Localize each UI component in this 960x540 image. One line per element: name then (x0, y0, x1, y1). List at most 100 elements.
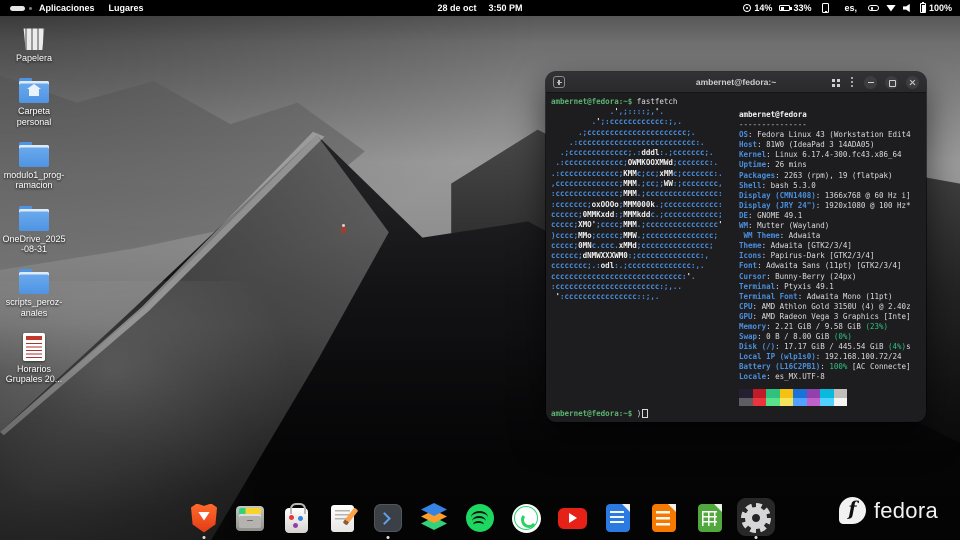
desktop-icon-label: scripts_peroz-anales (5, 297, 63, 318)
fastfetch-info-line: Swap: 0 B / 8.00 GiB (0%) (739, 332, 852, 342)
minimize-button[interactable] (864, 75, 877, 89)
menu-aplicaciones[interactable]: Aplicaciones (39, 3, 95, 13)
phone-icon[interactable] (822, 3, 830, 13)
dock-item-layers[interactable] (415, 497, 453, 539)
clock[interactable]: 28 de oct 3:50 PM (437, 3, 522, 13)
palette-swatch (766, 397, 780, 406)
dock-item-youtube[interactable] (553, 497, 591, 539)
palette-swatch (752, 397, 766, 406)
fastfetch-info-line: Host: 81W0 (IdeaPad 3 14ADA05) (739, 140, 875, 150)
terminal-title: ambernet@fedora:~ (695, 77, 777, 87)
fedora-watermark: f fedora (838, 497, 938, 524)
terminal-color-palette (739, 389, 847, 406)
running-indicator-dot (754, 536, 758, 539)
peripheral-battery-percent: 14% (754, 3, 773, 13)
desktop-icon-doc-horarios[interactable]: Horarios Grupales 20... (2, 333, 66, 385)
dock-item-software[interactable] (277, 497, 315, 539)
running-indicator-dot (386, 536, 390, 539)
workspace-indicator-icon[interactable] (10, 5, 32, 11)
terminal-content[interactable]: ambernet@fedora:~$ fastfetch .',;::::;,'… (546, 93, 926, 422)
desktop-icon-trash[interactable]: Papelera (2, 25, 66, 63)
system-status-area[interactable]: 100% (867, 1, 952, 13)
files-app-icon (236, 505, 264, 531)
new-tab-button[interactable] (553, 76, 565, 88)
desktop-icon-label: modulo1_prog-ramacion (3, 170, 65, 191)
desktop-icon-folder-scripts[interactable]: scripts_peroz-anales (2, 269, 66, 318)
folder-icon (19, 269, 49, 295)
volume-icon (902, 3, 910, 13)
palette-swatch (806, 397, 820, 406)
fastfetch-info-line: Local IP (wlp1s0): 192.168.100.72/24 (739, 352, 902, 362)
libreoffice-calc-icon (698, 504, 722, 532)
dock-item-spotify[interactable] (461, 497, 499, 539)
dock-item-whatsapp[interactable] (507, 497, 545, 539)
desktop: Aplicaciones Lugares 28 de oct 3:50 PM 1… (0, 0, 960, 540)
close-button[interactable] (906, 75, 919, 89)
device-battery-icon (779, 5, 792, 11)
fastfetch-ascii-art: .',;::::;,'. .';:cccccccccccc:;,. .;cccc… (551, 107, 723, 302)
dock-item-brave[interactable] (185, 497, 223, 539)
fastfetch-info-line: Locale: es_MX.UTF-8 (739, 372, 825, 382)
fastfetch-info-line: Theme: Adwaita [GTK2/3/4] (739, 241, 852, 251)
peripheral-battery-indicator[interactable]: 14% (743, 3, 772, 13)
fastfetch-info-line: WM: Mutter (Wayland) (739, 221, 830, 231)
palette-swatch (739, 389, 753, 398)
peripheral-battery-icon (743, 4, 752, 12)
fastfetch-info-line: Terminal Font: Adwaita Mono (11pt) (739, 291, 893, 301)
desktop-icon-folder-modulo1[interactable]: modulo1_prog-ramacion (2, 142, 66, 191)
fastfetch-info-line: DE: GNOME 49.1 (739, 210, 803, 220)
device-battery-percent: 33% (793, 3, 812, 13)
dock-item-localc[interactable] (691, 497, 729, 539)
fastfetch-info-line: OS: Fedora Linux 43 (Workstation Edit4 (739, 130, 911, 140)
software-store-icon (284, 502, 308, 533)
fastfetch-info-line: GPU: AMD Radeon Vega 3 Graphics [Inte] (739, 311, 911, 321)
palette-swatch (752, 389, 766, 398)
menu-kebab-icon[interactable] (850, 80, 853, 84)
trash-icon (23, 28, 45, 50)
terminal-app-icon (374, 504, 402, 532)
keyboard-layout-indicator[interactable]: es, (844, 3, 857, 13)
desktop-icon-folder-onedrive[interactable]: OneDrive_2025-08-31 (2, 205, 66, 255)
dock (185, 497, 775, 539)
text-editor-icon (330, 504, 354, 532)
fastfetch-info-line: Packages: 2263 (rpm), 19 (flatpak) (739, 170, 893, 180)
dock-item-editor[interactable] (323, 497, 361, 539)
fastfetch-info-line: Shell: bash 5.3.0 (739, 180, 816, 190)
clock-date: 28 de oct (437, 3, 477, 13)
whatsapp-icon (511, 503, 541, 533)
palette-swatch (793, 397, 807, 406)
fastfetch-info-line: Terminal: Ptyxis 49.1 (739, 281, 834, 291)
dock-item-terminal[interactable] (369, 497, 407, 539)
dock-item-settings[interactable] (737, 497, 775, 539)
device-battery-indicator[interactable]: 33% (779, 3, 811, 13)
palette-swatch (833, 397, 847, 406)
home-folder-icon (19, 78, 49, 104)
fastfetch-info-line: Cursor: Bunny-Berry (24px) (739, 271, 857, 281)
maximize-button[interactable] (885, 75, 898, 89)
palette-swatch (779, 397, 793, 406)
palette-swatch (793, 389, 807, 398)
palette-swatch (806, 389, 820, 398)
terminal-window: ambernet@fedora:~ ambernet@fedora:~$ fas… (546, 72, 926, 422)
hiker-figure (341, 224, 346, 233)
desktop-icon-home-folder[interactable]: Carpeta personal (2, 78, 66, 127)
dock-item-loimpress[interactable] (645, 497, 683, 539)
dock-item-lowriter[interactable] (599, 497, 637, 539)
fastfetch-info-line: Icons: Papirus-Dark [GTK2/3/4] (739, 251, 875, 261)
fedora-wordmark: fedora (873, 497, 938, 523)
tab-overview-icon[interactable] (831, 78, 835, 82)
terminal-titlebar[interactable]: ambernet@fedora:~ (546, 72, 926, 93)
fastfetch-info-line: Font: Adwaita Sans (11pt) [GTK2/3/4] (739, 261, 902, 271)
typed-text: ) (636, 409, 642, 418)
terminal-input-line[interactable]: ambernet@fedora:~$ ) (551, 409, 648, 418)
palette-swatch (820, 389, 834, 398)
fastfetch-info-line: Kernel: Linux 6.17.4-300.fc43.x86_64 (739, 150, 902, 160)
running-indicator-dot (202, 536, 206, 539)
dock-item-files[interactable] (231, 497, 269, 539)
desktop-icon-label: Carpeta personal (16, 106, 52, 127)
menu-lugares[interactable]: Lugares (109, 3, 144, 13)
terminal-cursor (642, 409, 648, 418)
desktop-icon-label: Horarios Grupales 20... (5, 364, 63, 385)
fastfetch-info-line: WM Theme: Adwaita (739, 231, 821, 241)
fastfetch-info: ambernet@fedora --------------- OS: Fedora… (739, 110, 911, 382)
